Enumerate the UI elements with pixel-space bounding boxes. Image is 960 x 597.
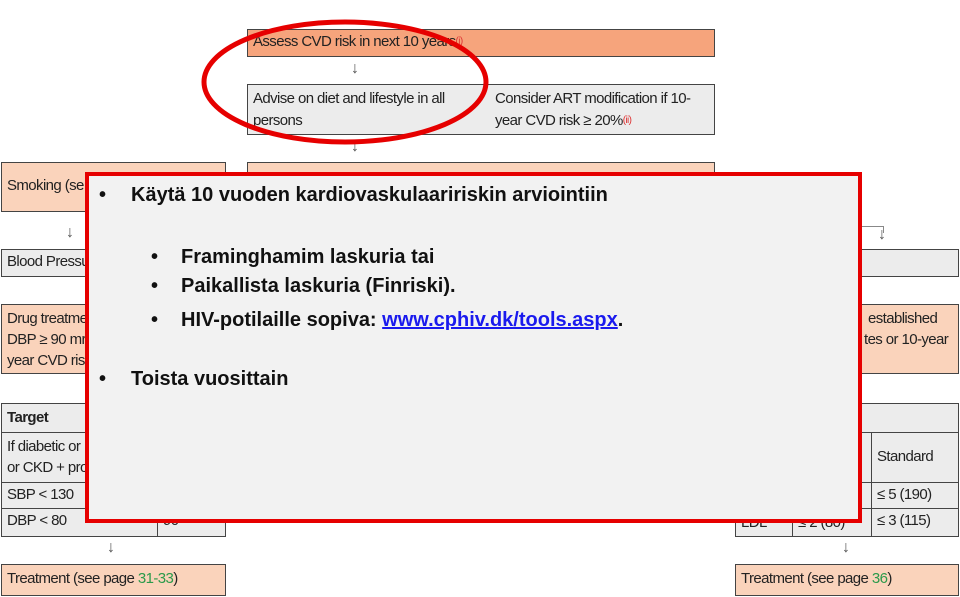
footnote-ii: (ii): [622, 115, 632, 126]
bullet-icon: •: [99, 368, 107, 390]
cphiv-link[interactable]: www.cphiv.dk/tools.aspx: [382, 309, 618, 331]
drug-line: established: [868, 310, 938, 327]
treatment-end: ): [173, 570, 178, 587]
sub3-end: .: [617, 309, 624, 331]
bullet-icon: •: [151, 246, 159, 268]
treatment-box-right: Treatment (see page 36): [735, 564, 959, 596]
advise-text: Advise on diet and lifestyle in all pers…: [253, 90, 445, 129]
bullet-icon: •: [151, 275, 159, 297]
table-cell: ≤ 5 (190): [871, 482, 959, 509]
bullet-text: Framinghamim laskuria tai: [181, 246, 435, 268]
arrow-down-icon: ↓: [878, 226, 886, 243]
bullet-text: Käytä 10 vuoden kardiovaskulaaririskin a…: [131, 184, 608, 206]
arrow-down-icon: ↓: [107, 539, 115, 556]
table-cell: Standard: [871, 432, 959, 483]
arrow-down-icon: ↓: [66, 224, 74, 241]
treatment-end: ): [887, 570, 892, 587]
consider-text: Consider ART modification if 10-year CVD…: [495, 88, 705, 132]
bullet-text: Paikallista laskuria (Finriski).: [181, 275, 456, 297]
assess-text: Assess CVD risk in next 10 years: [253, 33, 456, 50]
bullet-icon: •: [151, 309, 159, 331]
bullet-text: Toista vuosittain: [131, 368, 289, 390]
advise-box: Advise on diet and lifestyle in all pers…: [247, 84, 715, 135]
arrow-down-icon: ↓: [351, 60, 359, 77]
treatment-text: Treatment (see page: [7, 570, 138, 587]
callout-box: • Käytä 10 vuoden kardiovaskulaaririskin …: [85, 172, 862, 523]
treatment-text: Treatment (see page: [741, 570, 872, 587]
treatment-box-left: Treatment (see page 31-33): [1, 564, 226, 596]
table-cell: ≤ 3 (115): [871, 508, 959, 537]
arrow-down-icon: ↓: [842, 539, 850, 556]
page-link[interactable]: 36: [872, 570, 888, 587]
drug-line: tes or 10-year: [864, 331, 949, 348]
consider-label: Consider ART modification if 10-year CVD…: [495, 90, 691, 129]
arrow-down-icon: ↓: [351, 138, 359, 155]
bullet-text: HIV-potilaille sopiva: www.cphiv.dk/tool…: [181, 309, 623, 332]
footnote-i: (i): [455, 36, 464, 47]
page-link[interactable]: 31-33: [138, 570, 174, 587]
sub3-text: HIV-potilaille sopiva:: [181, 309, 383, 331]
assess-box: Assess CVD risk in next 10 years(i): [247, 29, 715, 57]
bullet-icon: •: [99, 184, 107, 206]
